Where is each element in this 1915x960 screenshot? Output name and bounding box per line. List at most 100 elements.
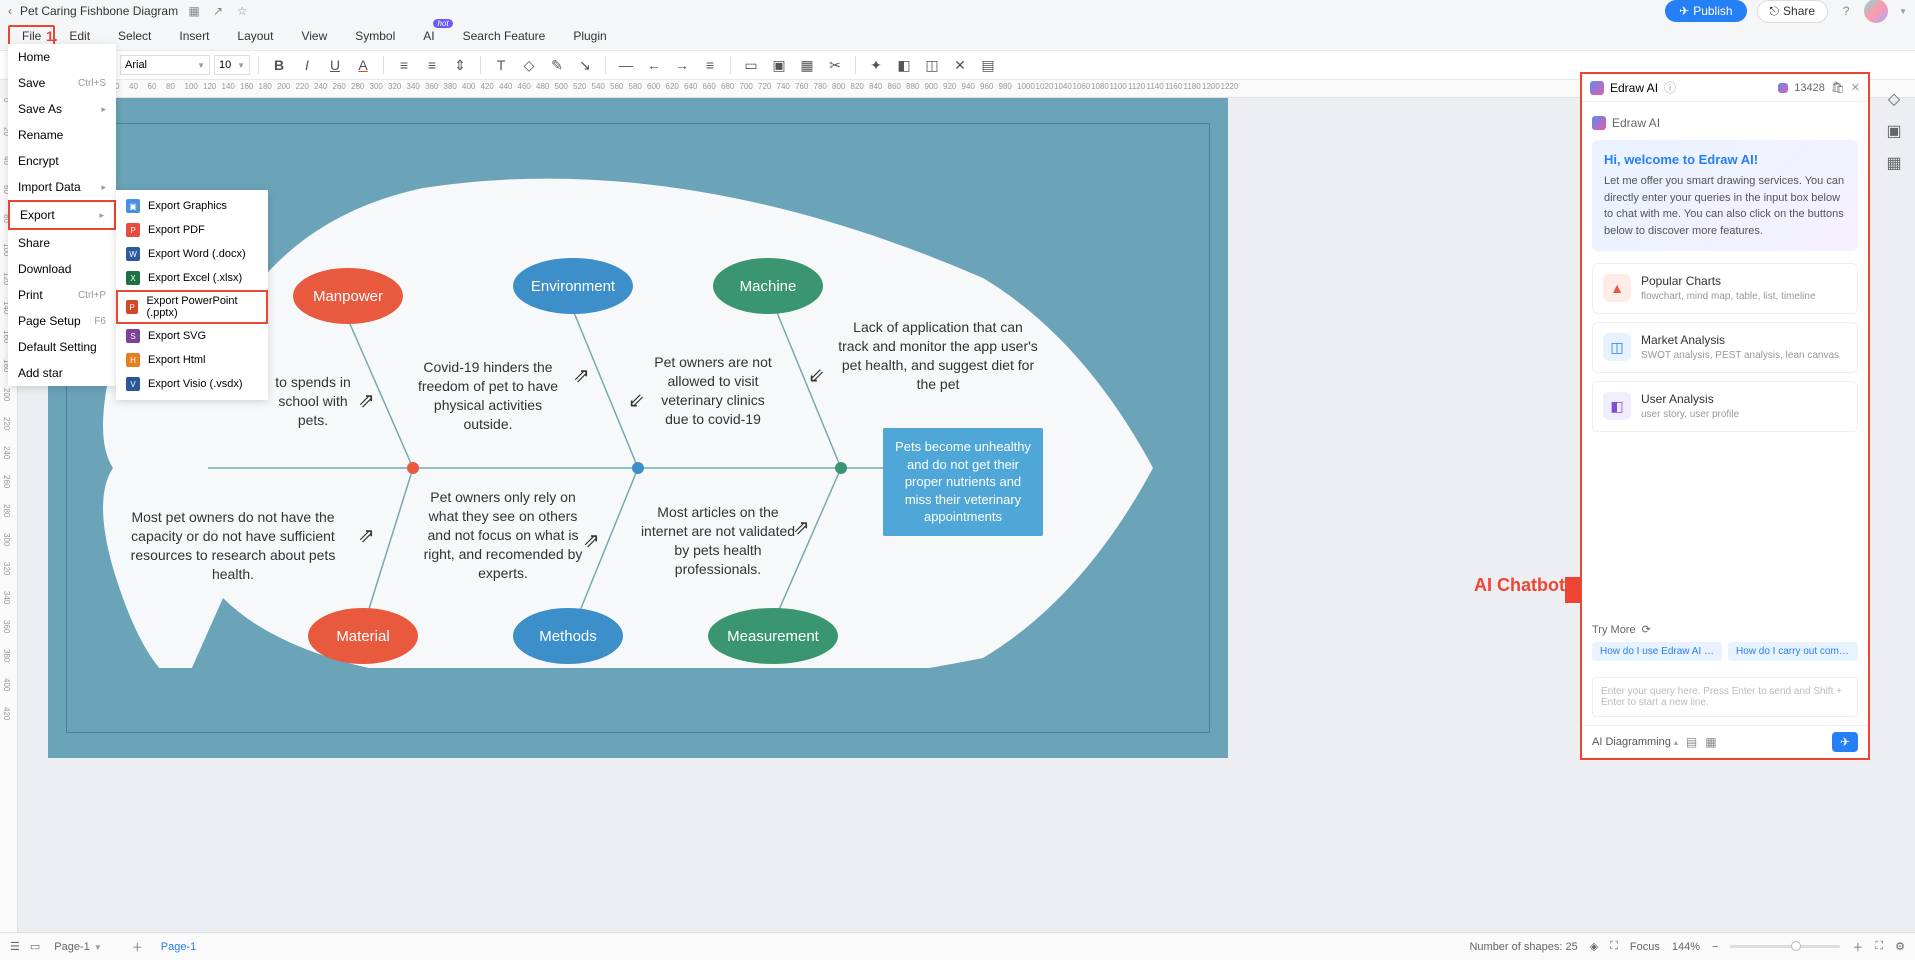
grid-tool-icon[interactable]: ▦ xyxy=(1883,152,1905,174)
ai-card-user-analysis[interactable]: ◧ User Analysisuser story, user profile xyxy=(1592,381,1858,432)
zoom-slider[interactable] xyxy=(1730,945,1840,948)
arrow-end-icon[interactable]: → xyxy=(670,53,694,77)
tools-icon[interactable]: ✕ xyxy=(948,53,972,77)
category-machine[interactable]: Machine xyxy=(713,258,823,314)
bold-icon[interactable]: B xyxy=(267,53,291,77)
file-menu-import[interactable]: Import Data▸ xyxy=(8,174,116,200)
category-methods[interactable]: Methods xyxy=(513,608,623,664)
file-menu-encrypt[interactable]: Encrypt xyxy=(8,148,116,174)
line-spacing-icon[interactable]: ⇕ xyxy=(448,53,472,77)
category-measurement[interactable]: Measurement xyxy=(708,608,838,664)
image-icon[interactable]: ▣ xyxy=(767,53,791,77)
diamond-tool-icon[interactable]: ◇ xyxy=(1883,88,1905,110)
file-menu-save[interactable]: SaveCtrl+S xyxy=(8,70,116,96)
fill-icon[interactable]: ◇ xyxy=(517,53,541,77)
export-pdf[interactable]: PExport PDF xyxy=(116,218,268,242)
underline-icon[interactable]: U xyxy=(323,53,347,77)
text-tool-icon[interactable]: T xyxy=(489,53,513,77)
cart-icon[interactable]: 🛍 xyxy=(1831,81,1845,94)
ai-suggestion-chip-1[interactable]: How do I use Edraw AI fo... xyxy=(1592,642,1722,661)
menu-layout[interactable]: Layout xyxy=(223,25,287,47)
font-color-icon[interactable]: A xyxy=(351,53,375,77)
add-page-button[interactable]: ＋ xyxy=(132,939,143,955)
open-external-icon[interactable]: ↗ xyxy=(210,3,226,19)
user-avatar[interactable] xyxy=(1864,0,1888,23)
cause-manpower-1[interactable]: to spends in school with pets. xyxy=(268,373,358,430)
ai-card-market-analysis[interactable]: ◫ Market AnalysisSWOT analysis, PEST ana… xyxy=(1592,322,1858,373)
ai-mode-select[interactable]: AI Diagramming▴ xyxy=(1592,736,1678,748)
menu-symbol[interactable]: Symbol xyxy=(341,25,409,47)
file-menu-export[interactable]: Export▸ xyxy=(8,200,116,230)
font-family-select[interactable]: Arial▼ xyxy=(120,55,210,75)
cause-measurement-1[interactable]: Most articles on the internet are not va… xyxy=(638,503,798,579)
shape-icon[interactable]: ▭ xyxy=(739,53,763,77)
cause-manpower-2[interactable]: Most pet owners do not have the capacity… xyxy=(123,508,343,584)
category-manpower[interactable]: Manpower xyxy=(293,268,403,324)
menu-search-feature[interactable]: Search Feature xyxy=(449,25,560,47)
connector-icon[interactable]: ↘ xyxy=(573,53,597,77)
cause-machine-2[interactable]: Lack of application that can track and m… xyxy=(838,318,1038,394)
styles-icon[interactable]: ◧ xyxy=(892,53,916,77)
align-left-icon[interactable]: ≡ xyxy=(392,53,416,77)
zoom-in-button[interactable]: ＋ xyxy=(1852,939,1863,955)
layers-icon[interactable]: ◫ xyxy=(920,53,944,77)
back-button[interactable]: ‹ xyxy=(8,4,12,18)
zoom-out-button[interactable]: − xyxy=(1712,941,1718,953)
share-button[interactable]: ⎋ Share xyxy=(1757,0,1829,23)
refresh-icon[interactable]: ⟳ xyxy=(1642,623,1651,636)
menu-ai[interactable]: AI hot xyxy=(409,25,448,47)
font-size-select[interactable]: 10▼ xyxy=(214,55,250,75)
export-word[interactable]: WExport Word (.docx) xyxy=(116,242,268,266)
export-powerpoint[interactable]: PExport PowerPoint (.pptx) xyxy=(116,290,268,324)
menu-insert[interactable]: Insert xyxy=(165,25,223,47)
focus-mode-icon[interactable]: ⛶ xyxy=(1610,940,1618,953)
arrow-start-icon[interactable]: ← xyxy=(642,53,666,77)
help-icon[interactable]: ? xyxy=(1838,3,1854,19)
category-environment[interactable]: Environment xyxy=(513,258,633,314)
line-weight-icon[interactable]: ≡ xyxy=(698,53,722,77)
ai-query-input[interactable]: Enter your query here. Press Enter to se… xyxy=(1592,677,1858,717)
file-menu-save-as[interactable]: Save As▸ xyxy=(8,96,116,122)
menu-plugin[interactable]: Plugin xyxy=(559,25,620,47)
line-style-icon[interactable]: — xyxy=(614,53,638,77)
star-icon[interactable]: ☆ xyxy=(234,3,250,19)
template-icon[interactable]: ▤ xyxy=(1686,735,1697,749)
crop-icon[interactable]: ✂ xyxy=(823,53,847,77)
outline-view-icon[interactable]: ☰ xyxy=(10,940,20,953)
effects-icon[interactable]: ✦ xyxy=(864,53,888,77)
export-graphics[interactable]: ▣Export Graphics xyxy=(116,194,268,218)
file-menu-default-setting[interactable]: Default Setting xyxy=(8,334,116,360)
file-menu-share[interactable]: Share xyxy=(8,230,116,256)
dashboard-icon[interactable]: ▦ xyxy=(186,3,202,19)
cause-environment-2[interactable]: Pet owners only rely on what they see on… xyxy=(423,488,583,582)
ai-card-popular-charts[interactable]: ▲ Popular Chartsflowchart, mind map, tab… xyxy=(1592,263,1858,314)
file-menu-page-setup[interactable]: Page SetupF6 xyxy=(8,308,116,334)
italic-icon[interactable]: I xyxy=(295,53,319,77)
menu-view[interactable]: View xyxy=(287,25,341,47)
effect-box[interactable]: Pets become unhealthy and do not get the… xyxy=(883,428,1043,536)
file-menu-home[interactable]: Home xyxy=(8,44,116,70)
category-material[interactable]: Material xyxy=(308,608,418,664)
align-center-icon[interactable]: ≡ xyxy=(420,53,444,77)
avatar-dropdown-icon[interactable]: ▼ xyxy=(1899,7,1907,16)
attachment-icon[interactable]: ▦ xyxy=(1705,735,1716,749)
settings-icon[interactable]: ⚙ xyxy=(1895,940,1905,953)
fit-screen-icon[interactable]: ⛶ xyxy=(1875,940,1883,953)
help-icon[interactable]: ⓘ xyxy=(1664,79,1676,96)
publish-button[interactable]: ✈ Publish xyxy=(1665,0,1746,22)
page-view-icon[interactable]: ▭ xyxy=(30,940,40,953)
page-selector[interactable]: Page-1 ▼ xyxy=(50,941,121,953)
file-menu-download[interactable]: Download xyxy=(8,256,116,282)
table-icon[interactable]: ▦ xyxy=(795,53,819,77)
export-html[interactable]: HExport Html xyxy=(116,348,268,372)
file-menu-print[interactable]: PrintCtrl+P xyxy=(8,282,116,308)
cause-environment-1[interactable]: Covid-19 hinders the freedom of pet to h… xyxy=(408,358,568,434)
close-icon[interactable]: ✕ xyxy=(1851,81,1860,94)
cause-machine-1[interactable]: Pet owners are not allowed to visit vete… xyxy=(653,353,773,429)
export-svg[interactable]: SExport SVG xyxy=(116,324,268,348)
send-button[interactable]: ✈ xyxy=(1832,732,1858,752)
file-menu-add-star[interactable]: Add star xyxy=(8,360,116,386)
layers-icon[interactable]: ◈ xyxy=(1590,940,1598,953)
ai-suggestion-chip-2[interactable]: How do I carry out comp... xyxy=(1728,642,1858,661)
export-visio[interactable]: VExport Visio (.vsdx) xyxy=(116,372,268,396)
